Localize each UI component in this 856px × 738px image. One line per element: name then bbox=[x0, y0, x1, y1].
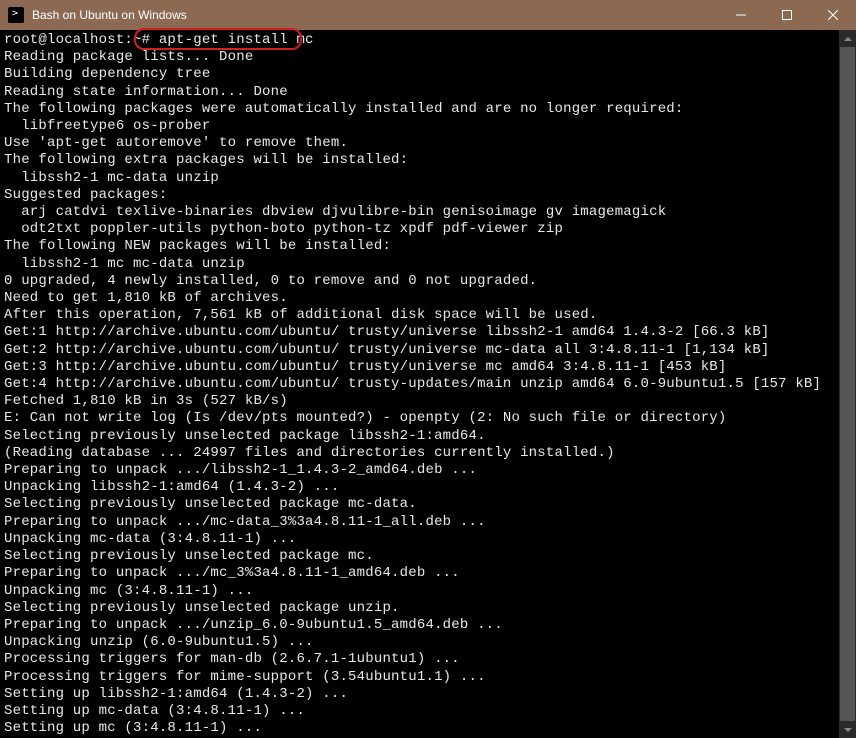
output-line: libfreetype6 os-prober bbox=[4, 118, 210, 134]
maximize-button[interactable] bbox=[764, 0, 810, 30]
output-line: libssh2-1 mc mc-data unzip bbox=[4, 256, 245, 272]
chevron-down-icon bbox=[844, 728, 852, 732]
terminal-area[interactable]: root@localhost:~# apt-get install mc Rea… bbox=[0, 30, 856, 738]
terminal-app-icon bbox=[8, 7, 24, 23]
scrollbar-track[interactable] bbox=[839, 47, 856, 721]
minimize-button[interactable] bbox=[718, 0, 764, 30]
close-button[interactable] bbox=[810, 0, 856, 30]
output-line: arj catdvi texlive-binaries dbview djvul… bbox=[4, 204, 666, 220]
output-line: Selecting previously unselected package … bbox=[4, 428, 486, 444]
window-controls bbox=[718, 0, 856, 30]
output-line: E: Can not write log (Is /dev/pts mounte… bbox=[4, 410, 727, 426]
output-line: Building dependency tree bbox=[4, 66, 210, 82]
output-line: Unpacking mc-data (3:4.8.11-1) ... bbox=[4, 531, 296, 547]
output-line: Get:1 http://archive.ubuntu.com/ubuntu/ … bbox=[4, 324, 770, 340]
output-line: Use 'apt-get autoremove' to remove them. bbox=[4, 135, 348, 151]
vertical-scrollbar[interactable] bbox=[839, 30, 856, 738]
output-line: After this operation, 7,561 kB of additi… bbox=[4, 307, 598, 323]
output-line: Setting up mc (3:4.8.11-1) ... bbox=[4, 720, 262, 736]
output-line: Preparing to unpack .../unzip_6.0-9ubunt… bbox=[4, 617, 503, 633]
output-line: Selecting previously unselected package … bbox=[4, 600, 400, 616]
titlebar-left: Bash on Ubuntu on Windows bbox=[0, 7, 187, 23]
output-line: Need to get 1,810 kB of archives. bbox=[4, 290, 288, 306]
output-line: Processing triggers for man-db (2.6.7.1-… bbox=[4, 651, 460, 667]
output-line: Processing triggers for mime-support (3.… bbox=[4, 669, 486, 685]
output-line: The following extra packages will be ins… bbox=[4, 152, 408, 168]
output-line: Unpacking mc (3:4.8.11-1) ... bbox=[4, 583, 253, 599]
maximize-icon bbox=[782, 10, 792, 20]
output-line: (Reading database ... 24997 files and di… bbox=[4, 445, 615, 461]
minimize-icon bbox=[736, 10, 746, 20]
output-line: Reading state information... Done bbox=[4, 84, 288, 100]
terminal-output[interactable]: root@localhost:~# apt-get install mc Rea… bbox=[0, 30, 839, 738]
output-line: Unpacking libssh2-1:amd64 (1.4.3-2) ... bbox=[4, 479, 339, 495]
window-title: Bash on Ubuntu on Windows bbox=[32, 8, 187, 22]
output-line: Selecting previously unselected package … bbox=[4, 496, 417, 512]
scrollbar-thumb[interactable] bbox=[840, 47, 855, 721]
output-line: libssh2-1 mc-data unzip bbox=[4, 170, 219, 186]
prompt-path: :~# bbox=[124, 32, 158, 48]
chevron-up-icon bbox=[844, 37, 852, 41]
output-line: odt2txt poppler-utils python-boto python… bbox=[4, 221, 563, 237]
output-line: Selecting previously unselected package … bbox=[4, 548, 374, 564]
output-line: Preparing to unpack .../libssh2-1_1.4.3-… bbox=[4, 462, 477, 478]
output-line: 0 upgraded, 4 newly installed, 0 to remo… bbox=[4, 273, 537, 289]
output-line: Get:4 http://archive.ubuntu.com/ubuntu/ … bbox=[4, 376, 821, 392]
output-line: Setting up libssh2-1:amd64 (1.4.3-2) ... bbox=[4, 686, 348, 702]
output-line: The following NEW packages will be insta… bbox=[4, 238, 391, 254]
output-line: Get:3 http://archive.ubuntu.com/ubuntu/ … bbox=[4, 359, 727, 375]
window-titlebar: Bash on Ubuntu on Windows bbox=[0, 0, 856, 30]
output-line: Preparing to unpack .../mc-data_3%3a4.8.… bbox=[4, 514, 486, 530]
output-line: Setting up mc-data (3:4.8.11-1) ... bbox=[4, 703, 305, 719]
prompt-user: root@localhost bbox=[4, 32, 124, 48]
command-text: apt-get install mc bbox=[159, 32, 314, 48]
output-line: Unpacking unzip (6.0-9ubuntu1.5) ... bbox=[4, 634, 314, 650]
scroll-up-arrow[interactable] bbox=[839, 30, 856, 47]
scroll-down-arrow[interactable] bbox=[839, 721, 856, 738]
output-line: Get:2 http://archive.ubuntu.com/ubuntu/ … bbox=[4, 342, 770, 358]
output-line: Preparing to unpack .../mc_3%3a4.8.11-1_… bbox=[4, 565, 460, 581]
output-line: Fetched 1,810 kB in 3s (527 kB/s) bbox=[4, 393, 288, 409]
close-icon bbox=[828, 10, 838, 20]
output-line: Suggested packages: bbox=[4, 187, 167, 203]
output-line: The following packages were automaticall… bbox=[4, 101, 684, 117]
output-line: Reading package lists... Done bbox=[4, 49, 253, 65]
